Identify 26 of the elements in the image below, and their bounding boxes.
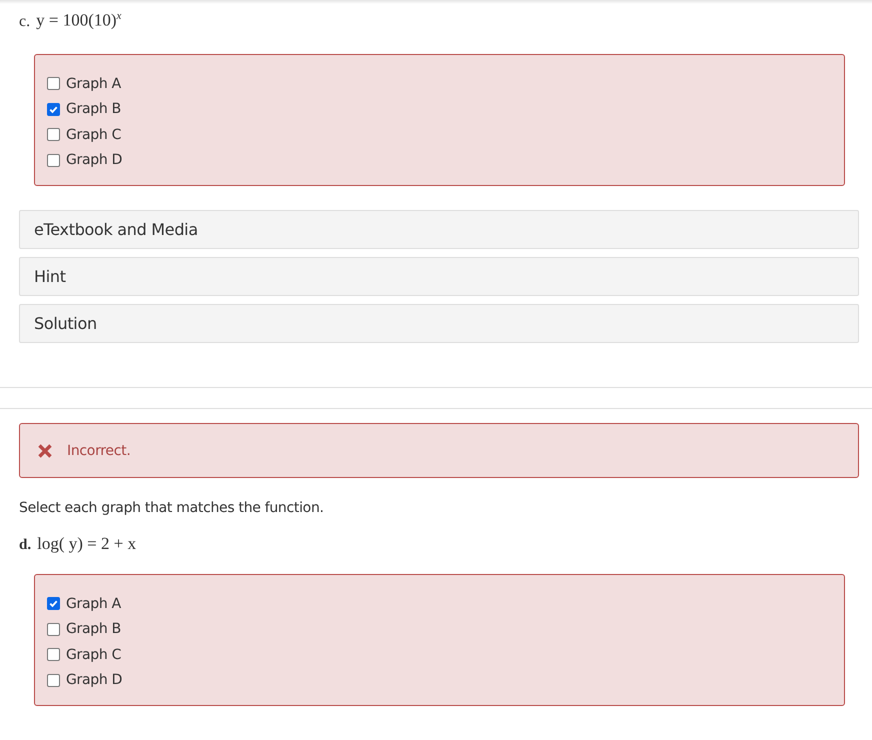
option-label[interactable]: Graph A <box>66 76 121 92</box>
option-label[interactable]: Graph D <box>66 672 122 688</box>
checkbox[interactable] <box>47 154 60 167</box>
instruction-text: Select each graph that matches the function. <box>19 500 325 516</box>
option-label[interactable]: Graph B <box>66 621 121 638</box>
checkbox[interactable] <box>47 128 60 142</box>
option-label[interactable]: Graph C <box>66 126 122 143</box>
option-label[interactable]: Graph A <box>66 596 121 612</box>
equation: log( y) = 2 + x <box>37 534 136 554</box>
resource-panel[interactable]: Solution <box>19 304 859 343</box>
cross-icon <box>37 442 53 458</box>
option-label[interactable]: Graph C <box>66 646 122 663</box>
resource-panel[interactable]: Hint <box>19 257 859 296</box>
checkbox[interactable] <box>47 674 60 687</box>
checkbox[interactable] <box>47 648 60 662</box>
feedback-text: Incorrect. <box>67 442 130 458</box>
equation: y = 100(10)$^{x}$ <box>36 10 122 31</box>
option-label[interactable]: Graph D <box>66 152 122 168</box>
checkbox[interactable] <box>47 622 60 636</box>
checkbox[interactable] <box>47 597 60 610</box>
question-label: c. <box>19 12 30 31</box>
resource-panel[interactable]: eTextbook and Media <box>19 210 859 249</box>
checkbox[interactable] <box>47 102 60 116</box>
question-label: d. <box>19 537 32 554</box>
option-label[interactable]: Graph B <box>66 101 121 118</box>
checkbox[interactable] <box>47 77 60 90</box>
